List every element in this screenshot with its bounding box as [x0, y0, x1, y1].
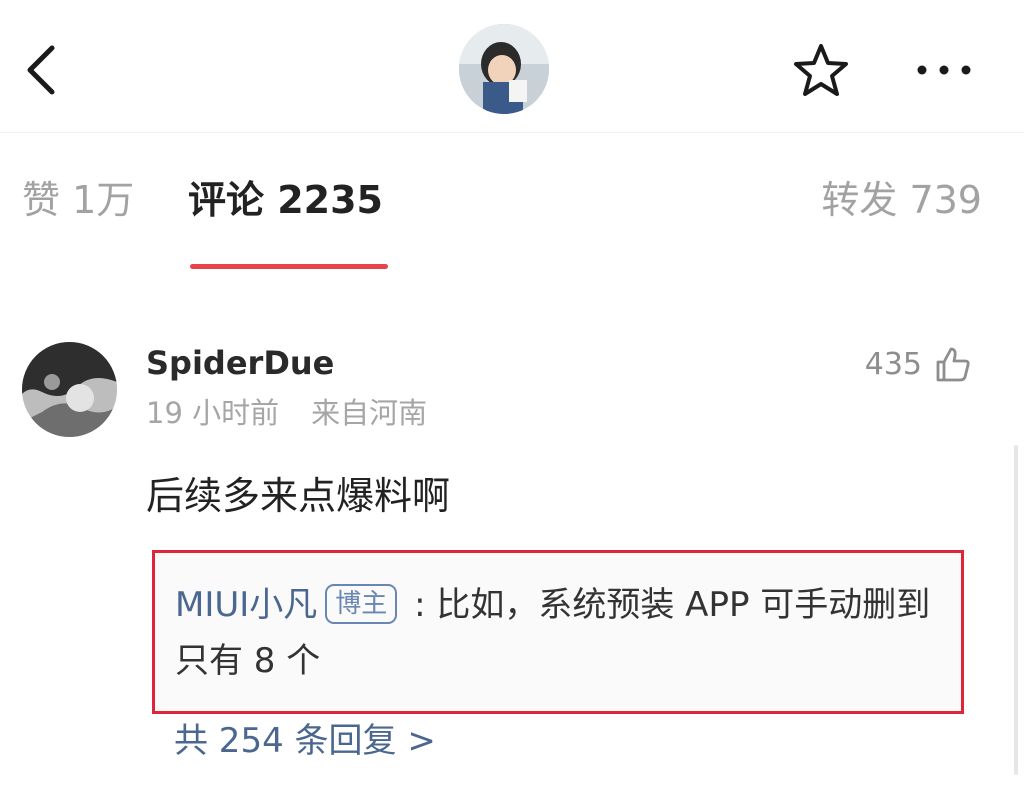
comment-like-button[interactable]: 435	[865, 340, 972, 388]
interaction-tabs: 赞 1万 评论 2235 转发 739	[0, 170, 1024, 270]
more-horizontal-icon	[917, 65, 971, 75]
reply-preview[interactable]: MIUI小凡 博主 : 比如，系统预装 APP 可手动删到只有 8 个	[152, 550, 964, 714]
commenter-avatar[interactable]	[22, 342, 117, 437]
comment-item: SpiderDue 19 小时前 来自河南 435 后续多来点爆料啊 MIUI小凡…	[0, 330, 1024, 786]
comment-meta: 19 小时前 来自河南	[146, 392, 427, 434]
reply-content: MIUI小凡 博主 : 比如，系统预装 APP 可手动删到只有 8 个	[175, 577, 955, 689]
favorite-button[interactable]	[790, 40, 852, 102]
tab-comments[interactable]: 评论 2235	[188, 170, 383, 230]
tab-reposts[interactable]: 转发 739	[821, 170, 982, 230]
more-button[interactable]	[914, 58, 974, 82]
active-tab-indicator	[190, 264, 388, 269]
chevron-left-icon	[27, 45, 55, 95]
author-avatar[interactable]	[459, 24, 549, 114]
reply-username[interactable]: MIUI小凡	[175, 585, 317, 625]
top-bar	[0, 0, 1024, 132]
avatar-image	[459, 24, 549, 114]
comment-text: 后续多来点爆料啊	[146, 474, 451, 518]
thumbs-up-icon	[936, 347, 970, 382]
header-divider	[0, 132, 1024, 133]
comment-location: 来自河南	[311, 396, 428, 430]
comment-like-count: 435	[864, 346, 922, 382]
reply-colon: :	[403, 585, 437, 625]
view-replies-link[interactable]: 共 254 条回复 >	[174, 716, 436, 766]
comment-username[interactable]: SpiderDue	[146, 340, 334, 386]
author-badge: 博主	[325, 584, 398, 624]
back-button[interactable]	[18, 36, 68, 104]
avatar-image	[22, 342, 117, 437]
tab-likes[interactable]: 赞 1万	[22, 170, 134, 230]
star-icon	[794, 44, 848, 96]
comment-time: 19 小时前	[146, 396, 280, 430]
scrollbar[interactable]	[1014, 445, 1018, 775]
